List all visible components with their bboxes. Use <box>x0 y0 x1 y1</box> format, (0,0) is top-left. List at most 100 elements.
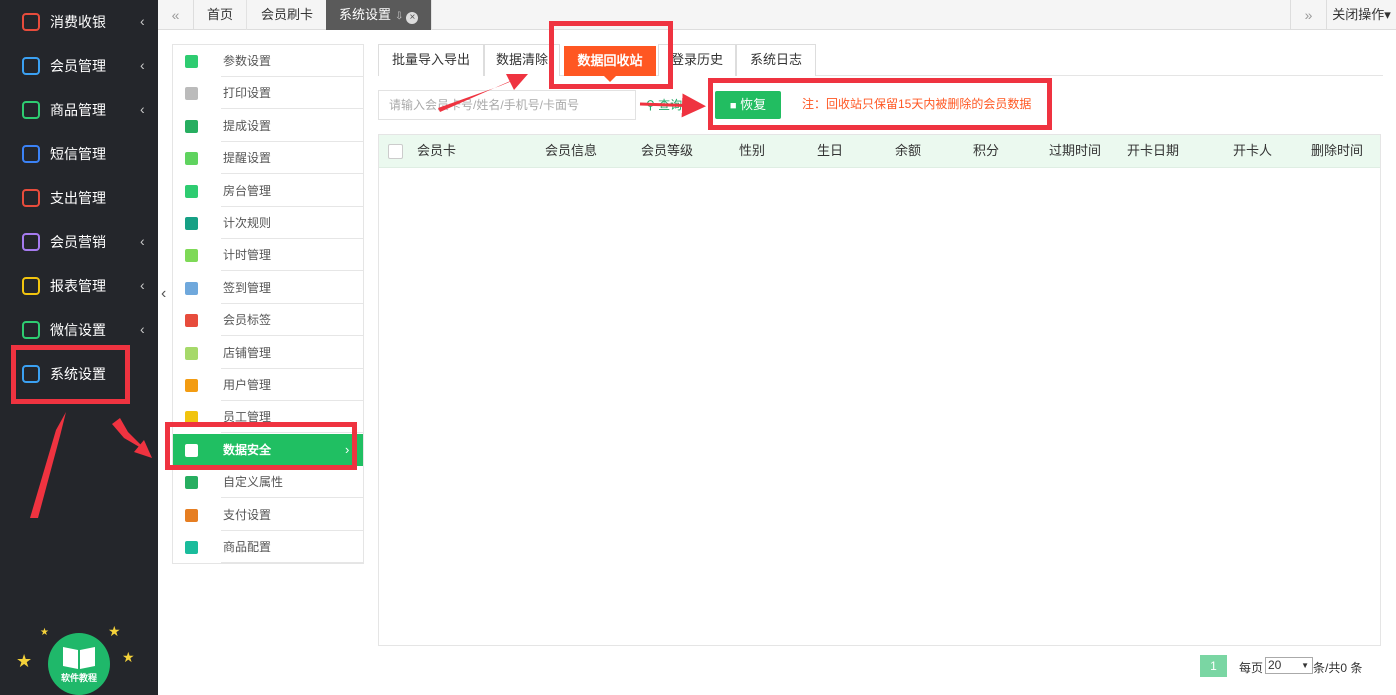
sidebar-item-1[interactable]: 会员管理 ‹ <box>0 44 158 88</box>
menu-item-label: 打印设置 <box>223 86 272 101</box>
settings-menu-item-3[interactable]: 提醒设置 <box>173 142 363 175</box>
recycle-bin-table: 会员卡 会员信息 会员等级 性别 生日 余额 积分 过期时间 开卡日期 开卡人 删除时间 <box>378 134 1381 646</box>
menu-item-label: 会员标签 <box>223 313 272 328</box>
menu-item-icon <box>185 184 198 198</box>
caret-down-icon: ▼ <box>1301 661 1309 670</box>
settings-menu-item-2[interactable]: 提成设置 <box>173 110 363 142</box>
sidebar-item-4[interactable]: 支出管理 <box>0 176 158 220</box>
sidebar-item-label: 会员营销 <box>50 234 106 250</box>
settings-menu-item-7[interactable]: 签到管理 <box>173 272 363 304</box>
menu-item-icon <box>185 87 198 101</box>
column-header: 生日 <box>817 143 844 158</box>
settings-menu: 参数设置打印设置提成设置提醒设置房台管理计次规则计时管理签到管理会员标签店铺管理… <box>172 44 364 564</box>
per-page-select[interactable]: 20 ▼ <box>1265 657 1313 674</box>
chevron-left-icon: ‹ <box>140 13 145 29</box>
column-header: 性别 <box>739 143 766 158</box>
sidebar-item-2[interactable]: 商品管理 ‹ <box>0 88 158 132</box>
select-all-checkbox[interactable] <box>388 144 403 159</box>
annotation-box <box>11 345 130 404</box>
members-icon <box>22 57 40 75</box>
tab-system-settings[interactable]: 系统设置 ⇩ × <box>326 0 433 30</box>
sidebar-item-label: 会员管理 <box>50 58 106 74</box>
chevron-left-icon: ‹ <box>140 57 145 73</box>
menu-item-label: 签到管理 <box>223 280 272 295</box>
per-page-label: 每页 <box>1239 661 1264 675</box>
column-header: 开卡人 <box>1233 143 1273 158</box>
sms-icon <box>22 145 40 163</box>
settings-menu-item-8[interactable]: 会员标签 <box>173 304 363 337</box>
settings-menu-item-10[interactable]: 用户管理 <box>173 369 363 401</box>
table-header: 会员卡 会员信息 会员等级 性别 生日 余额 积分 过期时间 开卡日期 开卡人 删除时间 <box>379 135 1380 168</box>
pin-icon[interactable]: ⇩ <box>395 11 403 22</box>
menu-item-icon <box>185 249 198 263</box>
sidebar-item-label: 报表管理 <box>50 278 106 294</box>
menu-item-icon <box>185 55 198 68</box>
menu-item-icon <box>185 152 198 166</box>
menu-item-label: 计次规则 <box>223 216 272 230</box>
menu-divider <box>221 562 363 563</box>
menu-item-icon <box>185 541 198 554</box>
tabs-scroll-right-button[interactable]: » <box>1290 0 1326 30</box>
settings-menu-item-13[interactable]: 自定义属性 <box>173 466 363 499</box>
star-icon: ★ <box>122 649 135 665</box>
column-header: 会员等级 <box>641 143 694 158</box>
menu-item-label: 房台管理 <box>223 183 272 198</box>
menu-item-icon <box>185 281 198 295</box>
sidebar-item-0[interactable]: 消费收银 ‹ <box>0 0 158 44</box>
menu-item-icon <box>185 476 198 490</box>
settings-menu-item-9[interactable]: 店铺管理 <box>173 337 363 369</box>
member-search-input[interactable] <box>378 90 636 120</box>
chevron-left-icon: ‹ <box>140 321 145 337</box>
menu-item-icon <box>185 508 198 522</box>
goods-icon <box>22 101 40 119</box>
settings-menu-item-1[interactable]: 打印设置 <box>173 77 363 110</box>
column-header: 会员信息 <box>545 143 598 158</box>
column-header: 会员卡 <box>417 143 457 158</box>
wechat-icon <box>22 321 40 339</box>
settings-menu-item-4[interactable]: 房台管理 <box>173 175 363 207</box>
cash-register-icon <box>22 13 40 31</box>
settings-menu-item-5[interactable]: 计次规则 <box>173 207 363 239</box>
sidebar-item-5[interactable]: 会员营销 ‹ <box>0 220 158 264</box>
tab-batch-import-export[interactable]: 批量导入导出 <box>378 44 484 76</box>
tab-bar: « 首页 会员刷卡 系统设置 ⇩ × » 关闭操作▾ <box>158 0 1396 30</box>
menu-item-icon <box>185 346 198 360</box>
sidebar-item-3[interactable]: 短信管理 <box>0 132 158 176</box>
chevron-left-icon: ‹ <box>140 101 145 117</box>
annotation-box <box>549 21 673 89</box>
sidebar-item-label: 商品管理 <box>50 102 106 118</box>
annotation-arrow <box>506 74 528 90</box>
software-tutorial-button[interactable]: 软件教程 <box>48 633 110 695</box>
search-button[interactable]: ⚲ 查询 <box>640 90 704 120</box>
settings-menu-item-6[interactable]: 计时管理 <box>173 239 363 272</box>
sidebar-item-label: 微信设置 <box>50 322 106 338</box>
menu-item-label: 用户管理 <box>223 378 272 392</box>
collapse-menu-icon[interactable]: ‹ <box>161 284 173 304</box>
page-1-button[interactable]: 1 <box>1200 655 1227 677</box>
close-tab-icon[interactable]: × <box>406 12 419 24</box>
column-header: 积分 <box>973 143 1000 158</box>
report-icon <box>22 277 40 295</box>
menu-item-icon <box>185 217 198 230</box>
column-header: 过期时间 <box>1049 143 1102 158</box>
tutorial-label: 软件教程 <box>60 673 97 683</box>
column-header: 开卡日期 <box>1127 143 1180 158</box>
settings-menu-item-14[interactable]: 支付设置 <box>173 499 363 531</box>
annotation-box <box>165 422 357 470</box>
chevron-left-icon: ‹ <box>140 233 145 249</box>
tab-home[interactable]: 首页 <box>194 0 248 30</box>
sidebar-item-label: 消费收银 <box>50 14 106 30</box>
menu-item-label: 提成设置 <box>223 118 272 133</box>
sidebar-item-6[interactable]: 报表管理 ‹ <box>0 264 158 308</box>
menu-item-label: 商品配置 <box>223 540 272 554</box>
menu-item-icon <box>185 314 198 328</box>
tab-system-log[interactable]: 系统日志 <box>736 44 816 76</box>
column-header: 余额 <box>895 143 922 158</box>
tab-member-card[interactable]: 会员刷卡 <box>248 0 328 30</box>
tabs-scroll-left-button[interactable]: « <box>158 0 194 30</box>
menu-item-label: 参数设置 <box>223 54 272 68</box>
settings-menu-item-15[interactable]: 商品配置 <box>173 531 363 563</box>
total-count-label: 条/共0 条 <box>1313 661 1363 675</box>
close-operations-dropdown[interactable]: 关闭操作▾ <box>1326 0 1396 30</box>
settings-menu-item-0[interactable]: 参数设置 <box>173 45 363 77</box>
